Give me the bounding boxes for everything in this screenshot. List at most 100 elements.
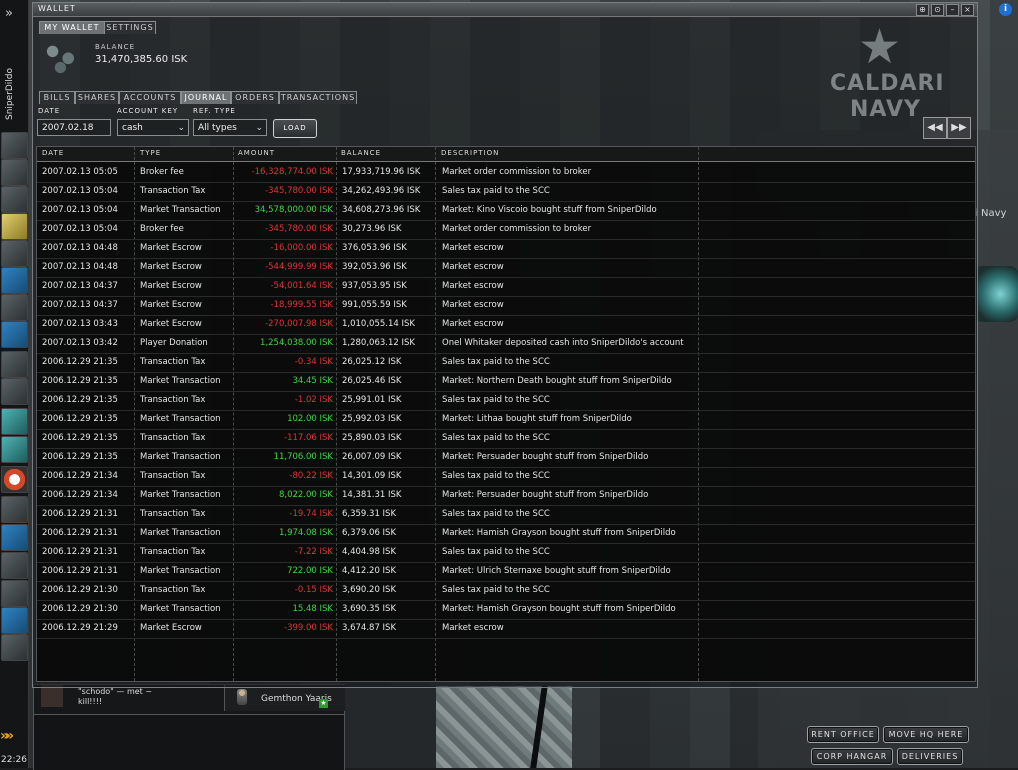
table-row[interactable]: 2006.12.29 21:30 Transaction Tax -0.15 ISK… [37,581,975,601]
ref-type-select[interactable]: All types ⌄ [193,119,267,136]
chat-avatar [41,685,63,707]
journal-icon[interactable] [1,294,28,321]
chat-input[interactable] [34,714,344,770]
move-hq-here-button[interactable]: MOVE HQ HERE [883,726,969,743]
wallet-icon[interactable] [1,436,28,463]
account-key-select[interactable]: cash ⌄ [117,119,189,136]
date-input[interactable]: 2007.02.18 [37,119,111,136]
table-row[interactable]: 2007.02.13 03:43 Market Escrow -270,007.98… [37,315,975,335]
table-row[interactable]: 2007.02.13 05:05 Broker fee -16,328,774.00… [37,163,975,183]
table-row[interactable]: 2006.12.29 21:31 Market Transaction 722.00… [37,562,975,582]
cell-amount: -117.06 ISK [284,433,333,443]
table-row[interactable]: 2007.02.13 03:42 Player Donation 1,254,038… [37,334,975,354]
balance-label: BALANCE [95,43,135,51]
next-page-icon[interactable]: ▶▶ [947,117,971,139]
cell-amount: 8,022.00 ISK [278,490,333,500]
table-row[interactable]: 2007.02.13 05:04 Market Transaction 34,578… [37,201,975,221]
cell-date: 2006.12.29 21:31 [42,509,118,519]
mail-icon[interactable] [1,186,28,213]
prev-page-icon[interactable]: ◀◀ [923,117,947,139]
load-button[interactable]: LOAD [273,119,317,138]
science-industry-icon[interactable] [1,408,28,435]
people-icon[interactable] [1,159,28,186]
table-row[interactable]: 2007.02.13 04:48 Market Escrow -16,000.00 … [37,239,975,259]
fitting-icon[interactable] [1,240,28,267]
assets-icon[interactable] [1,378,28,405]
pin-icon[interactable]: ⊕ [916,4,929,16]
tab-accounts[interactable]: ACCOUNTS [119,91,181,104]
corporation-icon[interactable] [1,496,28,523]
table-row[interactable]: 2007.02.13 04:48 Market Escrow -544,999.99… [37,258,975,278]
table-row[interactable]: 2006.12.29 21:31 Transaction Tax -7.22 ISK… [37,543,975,563]
cell-amount: -7.22 ISK [294,547,333,557]
table-row[interactable]: 2007.02.13 04:37 Market Escrow -18,999.55 … [37,296,975,316]
starmap-icon[interactable] [1,351,28,378]
header-amount[interactable]: AMOUNT [238,149,275,157]
notepad-icon[interactable] [1,213,28,240]
cell-balance: 25,991.01 ISK [342,395,402,405]
table-row[interactable]: 2006.12.29 21:29 Market Escrow -399.00 ISK… [37,619,975,639]
header-balance[interactable]: BALANCE [341,149,381,157]
cell-balance: 6,359.31 ISK [342,509,397,519]
audio-icon[interactable] [1,580,28,607]
market-icon[interactable] [1,267,28,294]
header-description[interactable]: DESCRIPTION [441,149,499,157]
cell-balance: 26,025.46 ISK [342,376,402,386]
cell-description: Sales tax paid to the SCC [442,547,550,557]
browser-icon[interactable] [1,524,28,551]
table-row[interactable]: 2006.12.29 21:31 Transaction Tax -19.74 IS… [37,505,975,525]
table-row[interactable]: 2006.12.29 21:35 Market Transaction 11,706… [37,448,975,468]
table-row[interactable]: 2006.12.29 21:34 Transaction Tax -80.22 IS… [37,467,975,487]
deliveries-button[interactable]: DELIVERIES [897,748,963,765]
cell-date: 2007.02.13 05:05 [42,167,118,177]
star-icon: ★ [858,19,902,75]
table-row[interactable]: 2006.12.29 21:31 Market Transaction 1,974.… [37,524,975,544]
tab-journal[interactable]: JOURNAL [181,91,231,104]
ref-type-label: REF. TYPE [193,107,236,115]
cell-balance: 392,053.96 ISK [342,262,407,272]
wallet-titlebar[interactable]: WALLET ⊕ ⊙ – × [33,3,977,17]
minimize-icon[interactable]: – [946,4,959,16]
chat-member-list[interactable]: Gemthon Yaaris ★ [224,685,345,711]
table-row[interactable]: 2006.12.29 21:35 Transaction Tax -0.34 ISK… [37,353,975,373]
table-row[interactable]: 2007.02.13 05:04 Transaction Tax -345,780.… [37,182,975,202]
header-date[interactable]: DATE [42,149,64,157]
table-row[interactable]: 2006.12.29 21:35 Transaction Tax -117.06 I… [37,429,975,449]
table-row[interactable]: 2006.12.29 21:34 Market Transaction 8,022.… [37,486,975,506]
tab-bills[interactable]: BILLS [39,91,75,104]
settings-icon[interactable]: ⊙ [931,4,944,16]
table-row[interactable]: 2006.12.29 21:35 Market Transaction 102.00… [37,410,975,430]
table-row[interactable]: 2007.02.13 04:37 Market Escrow -54,001.64 … [37,277,975,297]
cell-description: Market escrow [442,300,504,310]
rent-office-button[interactable]: RENT OFFICE [807,726,879,743]
tab-shares[interactable]: SHARES [75,91,119,104]
map-icon[interactable] [1,321,28,348]
logbook-icon[interactable] [1,552,28,579]
tab-settings[interactable]: SETTINGS [104,21,156,34]
info-icon[interactable]: i [999,3,1012,16]
tab-transactions[interactable]: TRANSACTIONS [279,91,357,104]
cell-amount: 1,974.08 ISK [278,528,333,538]
character-sheet-icon[interactable] [1,132,28,159]
table-row[interactable]: 2006.12.29 21:35 Transaction Tax -1.02 ISK… [37,391,975,411]
cell-description: Market: Kino Viscoio bought stuff from S… [442,205,657,215]
cell-date: 2006.12.29 21:35 [42,433,118,443]
table-row[interactable]: 2007.02.13 05:04 Broker fee -345,780.00 IS… [37,220,975,240]
table-row[interactable]: 2006.12.29 21:30 Market Transaction 15.48 … [37,600,975,620]
help-lifebuoy-icon[interactable] [1,466,28,493]
header-type[interactable]: TYPE [140,149,161,157]
cell-description: Market order commission to broker [442,224,592,234]
chevron-down-icon: ⌄ [255,123,263,133]
portrait-icon[interactable] [1,634,28,661]
table-row[interactable]: 2006.12.29 21:35 Market Transaction 34.45 … [37,372,975,392]
corp-hangar-button[interactable]: CORP HANGAR [811,748,893,765]
cell-description: Market order commission to broker [442,167,592,177]
expand-neocom-icon[interactable]: » [5,6,13,21]
neocom-more-icon[interactable]: »» [0,728,26,748]
cell-description: Market escrow [442,319,504,329]
close-icon[interactable]: × [961,4,974,16]
cell-date: 2006.12.29 21:35 [42,414,118,424]
cell-amount: -0.34 ISK [294,357,333,367]
help-icon[interactable] [1,607,28,634]
tab-orders[interactable]: ORDERS [231,91,279,104]
